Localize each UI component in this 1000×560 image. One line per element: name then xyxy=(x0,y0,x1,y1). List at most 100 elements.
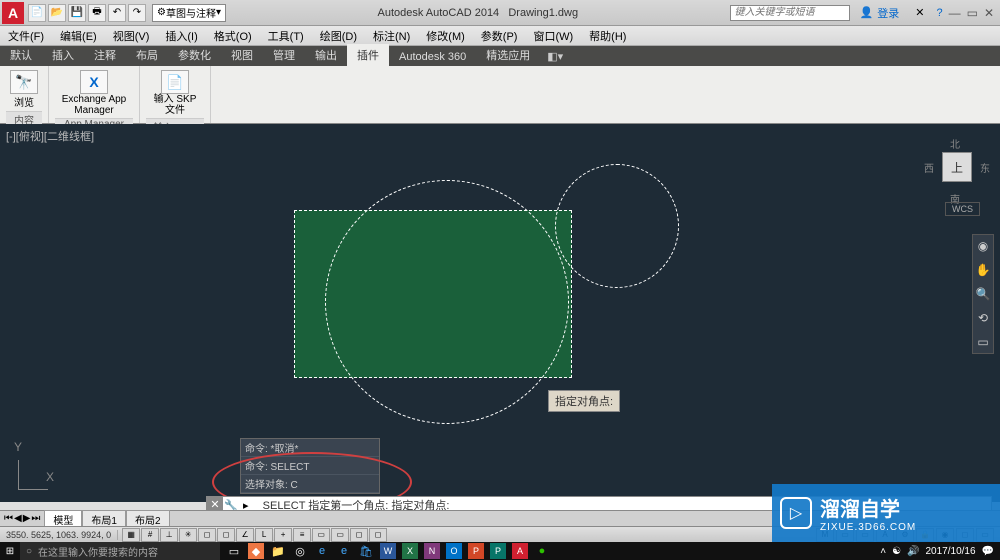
layout-tab-1[interactable]: 布局1 xyxy=(82,510,126,528)
tpy-toggle[interactable]: ▭ xyxy=(312,528,330,542)
wechat-icon[interactable]: ● xyxy=(534,543,550,559)
ie-icon[interactable]: e xyxy=(314,543,330,559)
volume-icon[interactable]: 🔊 xyxy=(907,546,919,557)
browser-icon[interactable]: ◎ xyxy=(292,543,308,559)
menu-dim[interactable]: 标注(N) xyxy=(365,28,418,44)
qat-print[interactable]: 🖶 xyxy=(88,4,106,22)
excel-icon[interactable]: X xyxy=(402,543,418,559)
otrack-toggle[interactable]: ∠ xyxy=(236,528,254,542)
help-search-input[interactable] xyxy=(730,5,850,21)
import-skp-button[interactable]: 📄 输入 SKP 文件 xyxy=(146,68,204,118)
tab-layout[interactable]: 布局 xyxy=(126,44,168,66)
tab-view[interactable]: 视图 xyxy=(221,44,263,66)
wcs-label[interactable]: WCS xyxy=(945,202,980,216)
layout-tab-model[interactable]: 模型 xyxy=(44,510,82,528)
layout-tab-2[interactable]: 布局2 xyxy=(126,510,170,528)
word-icon[interactable]: W xyxy=(380,543,396,559)
viewcube-top[interactable]: 上 xyxy=(942,152,972,182)
store-icon[interactable]: 🛍 xyxy=(358,543,374,559)
qp-toggle[interactable]: ▭ xyxy=(331,528,349,542)
osnap-toggle[interactable]: ◻ xyxy=(198,528,216,542)
start-button[interactable]: ⊞ xyxy=(0,542,20,560)
workspace-selector[interactable]: ⚙ 草图与注释 ▾ xyxy=(152,4,226,22)
nav-wheel-icon[interactable]: ◉ xyxy=(978,239,988,253)
snap-toggle[interactable]: ▦ xyxy=(122,528,140,542)
tab-next-icon[interactable]: ▶ xyxy=(23,513,31,524)
qat-save[interactable]: 💾 xyxy=(68,4,86,22)
ribbon-help-icon[interactable]: ◧▾ xyxy=(544,47,566,66)
menu-window[interactable]: 窗口(W) xyxy=(525,28,581,44)
grid-toggle[interactable]: # xyxy=(141,528,159,542)
menu-format[interactable]: 格式(O) xyxy=(206,28,260,44)
polar-toggle[interactable]: ✳ xyxy=(179,528,197,542)
outlook-icon[interactable]: O xyxy=(446,543,462,559)
sc-toggle[interactable]: ◻ xyxy=(350,528,368,542)
nav-zoom-icon[interactable]: 🔍 xyxy=(976,287,991,301)
menu-file[interactable]: 文件(F) xyxy=(0,28,52,44)
am-toggle[interactable]: ◻ xyxy=(369,528,387,542)
tab-featured[interactable]: 精选应用 xyxy=(476,44,540,66)
viewcube-east[interactable]: 东 xyxy=(980,160,990,175)
publisher-icon[interactable]: P xyxy=(490,543,506,559)
menu-edit[interactable]: 编辑(E) xyxy=(52,28,105,44)
nav-pan-icon[interactable]: ✋ xyxy=(976,263,991,277)
onenote-icon[interactable]: N xyxy=(424,543,440,559)
drawing-canvas[interactable]: [-][俯视][二维线框] 指定对角点: 北 南 西 东 上 WCS ◉ ✋ 🔍… xyxy=(0,124,1000,502)
viewcube-north[interactable]: 北 xyxy=(950,136,960,151)
help-icon[interactable]: ? xyxy=(936,7,942,19)
nav-orbit-icon[interactable]: ⟲ xyxy=(978,311,988,325)
ime-icon[interactable]: ☯ xyxy=(892,546,901,557)
ortho-toggle[interactable]: ⊥ xyxy=(160,528,178,542)
exchange-app-button[interactable]: X Exchange App Manager xyxy=(55,68,133,118)
menu-draw[interactable]: 绘图(D) xyxy=(312,28,365,44)
taskbar-search[interactable]: ○ 在这里输入你要搜索的内容 xyxy=(20,542,220,560)
tab-plugins[interactable]: 插件 xyxy=(347,44,389,66)
menu-param[interactable]: 参数(P) xyxy=(473,28,526,44)
taskbar-date[interactable]: 2017/10/16 xyxy=(925,546,975,557)
qat-redo[interactable]: ↷ xyxy=(128,4,146,22)
viewport-label[interactable]: [-][俯视][二维线框] xyxy=(6,128,94,144)
menu-view[interactable]: 视图(V) xyxy=(105,28,158,44)
menu-help[interactable]: 帮助(H) xyxy=(581,28,634,44)
browse-button[interactable]: 🔭 浏览 xyxy=(6,68,42,111)
qat-new[interactable]: 📄 xyxy=(28,4,46,22)
tab-prev-icon[interactable]: ◀ xyxy=(14,513,22,524)
3dosnap-toggle[interactable]: ◻ xyxy=(217,528,235,542)
tab-annotate[interactable]: 注释 xyxy=(84,44,126,66)
viewcube-west[interactable]: 西 xyxy=(924,160,934,175)
folder-icon[interactable]: 📁 xyxy=(270,543,286,559)
binoculars-icon: 🔭 xyxy=(10,70,38,94)
tab-manage[interactable]: 管理 xyxy=(263,44,305,66)
tab-a360[interactable]: Autodesk 360 xyxy=(389,48,476,66)
tab-insert[interactable]: 插入 xyxy=(42,44,84,66)
menu-tools[interactable]: 工具(T) xyxy=(260,28,312,44)
dyn-toggle[interactable]: + xyxy=(274,528,292,542)
exchange-icon[interactable]: ✕ xyxy=(915,6,924,19)
taskview-icon[interactable]: ▭ xyxy=(226,543,242,559)
maximize-button[interactable]: ▭ xyxy=(967,6,978,20)
minimize-button[interactable]: — xyxy=(949,6,961,20)
tab-first-icon[interactable]: ⏮ xyxy=(4,513,13,524)
tab-parametric[interactable]: 参数化 xyxy=(168,44,221,66)
autocad-icon[interactable]: A xyxy=(512,543,528,559)
app-icon[interactable]: ◆ xyxy=(248,543,264,559)
navigation-bar[interactable]: ◉ ✋ 🔍 ⟲ ▭ xyxy=(972,234,994,354)
view-cube[interactable]: 北 南 西 东 上 xyxy=(928,138,986,196)
nav-show-icon[interactable]: ▭ xyxy=(977,335,988,349)
notifications-icon[interactable]: 💬 xyxy=(982,546,994,557)
ducs-toggle[interactable]: L xyxy=(255,528,273,542)
login-link[interactable]: 👤 登录 xyxy=(860,5,900,21)
tab-last-icon[interactable]: ⏭ xyxy=(31,513,40,524)
menu-insert[interactable]: 插入(I) xyxy=(157,28,205,44)
menu-modify[interactable]: 修改(M) xyxy=(418,28,473,44)
edge-icon[interactable]: e xyxy=(336,543,352,559)
qat-undo[interactable]: ↶ xyxy=(108,4,126,22)
qat-open[interactable]: 📂 xyxy=(48,4,66,22)
tab-output[interactable]: 输出 xyxy=(305,44,347,66)
ppt-icon[interactable]: P xyxy=(468,543,484,559)
app-logo[interactable]: A xyxy=(2,2,24,24)
tray-up-icon[interactable]: ˄ xyxy=(880,546,886,557)
close-button[interactable]: ✕ xyxy=(984,6,994,20)
tab-default[interactable]: 默认 xyxy=(0,44,42,66)
lwt-toggle[interactable]: ≡ xyxy=(293,528,311,542)
